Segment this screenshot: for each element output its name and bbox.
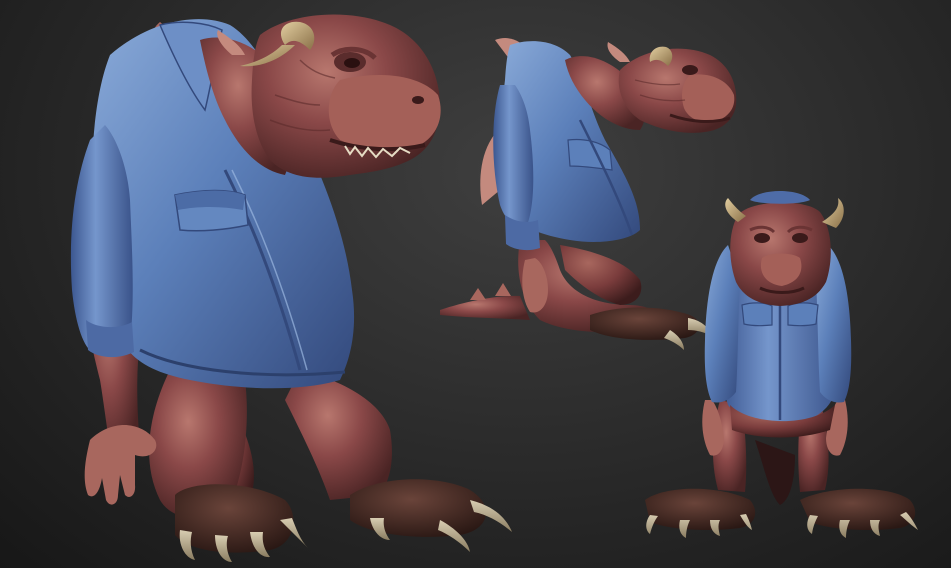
front-view-left-eye bbox=[754, 233, 770, 243]
side-foot bbox=[590, 307, 700, 340]
front-leg bbox=[285, 370, 392, 500]
front-view-right-foot bbox=[800, 488, 916, 530]
creature-front-view bbox=[645, 191, 918, 538]
creature-side-view bbox=[440, 38, 737, 350]
right-foot bbox=[350, 479, 487, 537]
nostril bbox=[412, 96, 424, 104]
left-foot bbox=[175, 484, 294, 553]
creature-three-quarter-view bbox=[70, 14, 512, 562]
creature-turnaround-image bbox=[70, 14, 918, 562]
sculpt-render-viewport bbox=[0, 0, 951, 568]
left-hand bbox=[84, 425, 157, 505]
front-view-left-foot bbox=[645, 488, 756, 530]
front-view-right-eye bbox=[792, 233, 808, 243]
side-eye bbox=[682, 65, 698, 75]
